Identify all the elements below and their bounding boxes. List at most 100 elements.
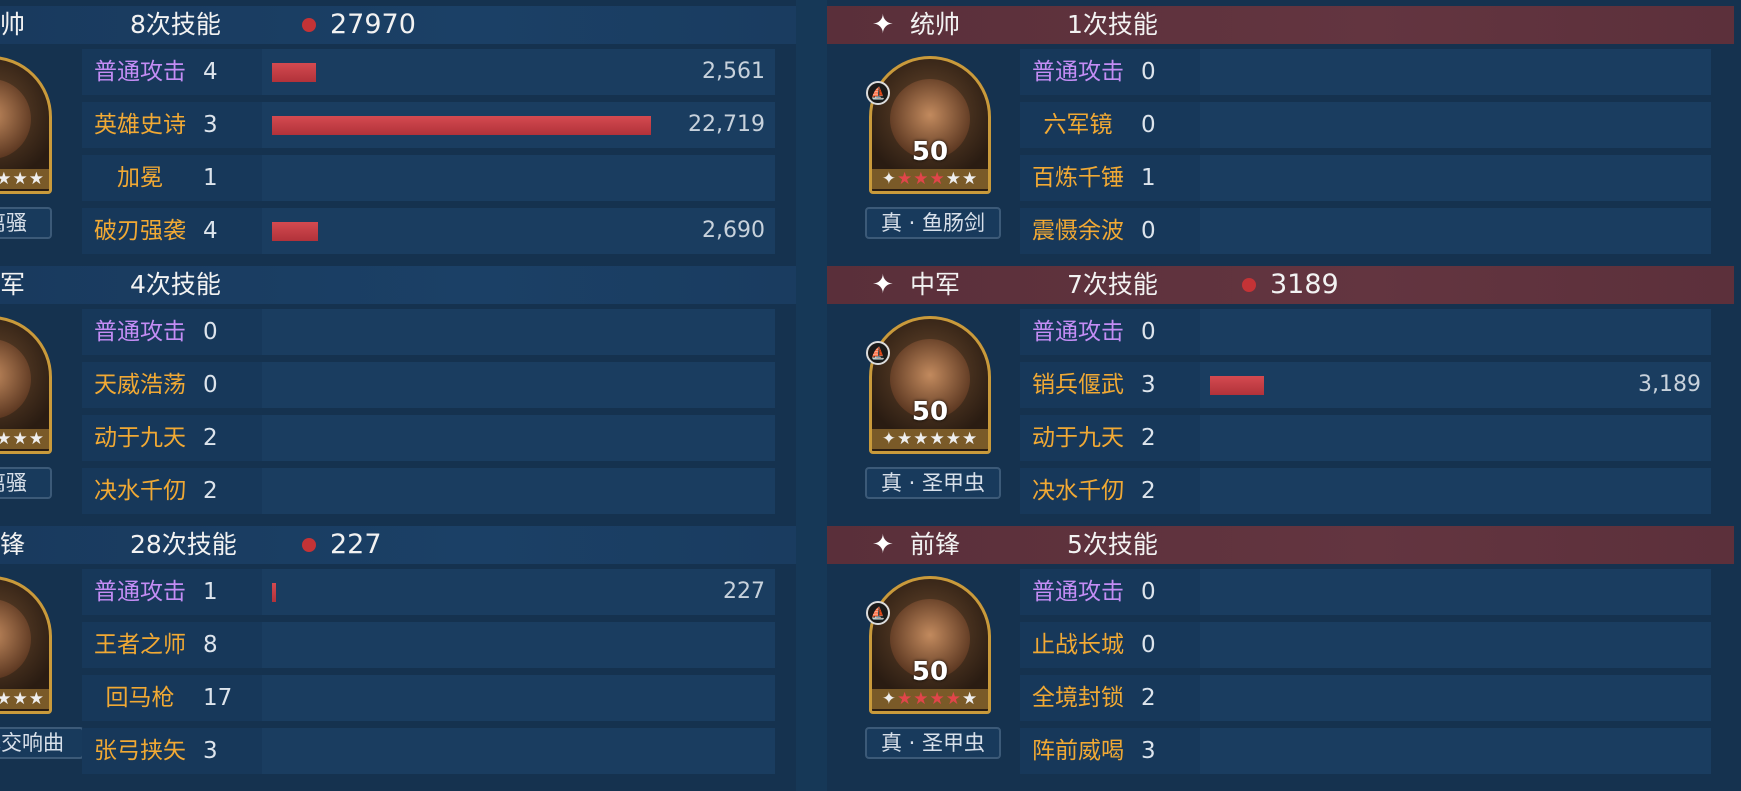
general-role: 统帅: [910, 10, 961, 39]
skill-name: 英雄史诗: [94, 112, 186, 138]
skill-row[interactable]: 普通攻击 0: [82, 309, 775, 355]
skill-row[interactable]: 六军镜 0: [1020, 102, 1711, 148]
damage-value: 2,690: [702, 218, 765, 243]
damage-value: 3,189: [1638, 372, 1701, 397]
damage-bar-track: [1200, 675, 1711, 721]
general-header: 锋 28次技能 227: [0, 526, 796, 564]
star-icons-red: ★★★★: [897, 689, 962, 709]
skill-row[interactable]: 普通攻击 0: [1020, 49, 1711, 95]
skill-row[interactable]: 破刃强袭 4 2,690: [82, 208, 775, 254]
skill-name: 决水千仞: [94, 478, 186, 504]
treasure-label[interactable]: 真 · 鱼肠剑: [865, 207, 1001, 239]
skill-row[interactable]: 阵前威喝 3: [1020, 728, 1711, 774]
skill-row[interactable]: 英雄史诗 3 22,719: [82, 102, 775, 148]
skill-times: 0: [1141, 218, 1156, 244]
general-portrait[interactable]: ⛵ 50 ✦★★★★★: [866, 56, 991, 194]
skill-row[interactable]: 张弓挟矢 3: [82, 728, 775, 774]
general-level: 0: [0, 397, 49, 427]
star-icons: ★★★: [0, 169, 45, 189]
skill-times: 0: [203, 319, 218, 345]
general-header: 军 4次技能: [0, 266, 796, 304]
star-icons-white: ★★: [945, 169, 979, 189]
skill-row[interactable]: 天威浩荡 0: [82, 362, 775, 408]
general-portrait[interactable]: 0 ★★★★: [0, 316, 52, 454]
skill-row[interactable]: 销兵偃武 3 3,189: [1020, 362, 1711, 408]
skill-times: 17: [203, 685, 233, 711]
skill-row[interactable]: 加冕 1: [82, 155, 775, 201]
damage-bar-track: [1200, 49, 1711, 95]
skill-row[interactable]: 普通攻击 4 2,561: [82, 49, 775, 95]
general-level: 0: [0, 657, 49, 687]
skill-times: 1: [203, 165, 218, 191]
skill-row[interactable]: 普通攻击 1 227: [82, 569, 775, 615]
skill-times: 2: [1141, 425, 1156, 451]
treasure-label[interactable]: 无交响曲: [0, 727, 84, 759]
sparkle-icon: ✦: [872, 530, 894, 560]
general-level: 50: [911, 657, 949, 687]
skill-count: 28次技能: [130, 530, 237, 559]
skill-times: 3: [203, 738, 218, 764]
damage-bar-track: [262, 362, 775, 408]
skill-row[interactable]: 动于九天 2: [82, 415, 775, 461]
damage-bar-track: 22,719: [262, 102, 775, 148]
general-header: ✦ 统帅 1次技能: [827, 6, 1734, 44]
skill-times: 1: [203, 579, 218, 605]
skill-row[interactable]: 决水千仞 2: [1020, 468, 1711, 514]
skill-times: 0: [1141, 579, 1156, 605]
damage-bar-track: [1200, 309, 1711, 355]
general-portrait[interactable]: ⛵ 50 ✦★★★★★: [866, 576, 991, 714]
red-dot-icon: [1242, 278, 1256, 292]
skill-name: 动于九天: [1032, 425, 1124, 451]
skill-row[interactable]: 百炼千锤 1: [1020, 155, 1711, 201]
damage-bar: [1210, 376, 1264, 395]
sparkle-icon: ✦: [872, 10, 894, 40]
skill-row[interactable]: 普通攻击 0: [1020, 569, 1711, 615]
general-portrait[interactable]: ⛵ 50 ✦★★★★★: [866, 316, 991, 454]
skill-times: 0: [1141, 632, 1156, 658]
general-group: ✦ 前锋 5次技能 ⛵ 50 ✦★★★★★ 真 · 圣甲虫 普通攻击 0 止战长…: [827, 520, 1741, 780]
skill-row[interactable]: 决水千仞 2: [82, 468, 775, 514]
damage-bar-track: [1200, 468, 1711, 514]
skill-name: 回马枪: [105, 685, 175, 711]
troop-type-icon: ⛵: [866, 341, 890, 365]
skill-times: 0: [1141, 112, 1156, 138]
treasure-label[interactable]: 离骚: [0, 207, 52, 239]
star-rating: ★★★★: [0, 429, 49, 449]
damage-bar-track: [262, 675, 775, 721]
troop-type-icon: ⛵: [866, 601, 890, 625]
star-icons-white: ★: [961, 689, 979, 709]
skill-times: 8: [203, 632, 218, 658]
skill-row[interactable]: 全境封锁 2: [1020, 675, 1711, 721]
damage-bar-track: [1200, 569, 1711, 615]
sparkle-icon: ✦: [872, 270, 894, 300]
skill-count: 1次技能: [1067, 10, 1158, 39]
skill-row[interactable]: 震慑余波 0: [1020, 208, 1711, 254]
treasure-label[interactable]: 离骚: [0, 467, 52, 499]
treasure-label[interactable]: 真 · 圣甲虫: [865, 727, 1001, 759]
general-portrait[interactable]: 0 ★★★★: [0, 56, 52, 194]
star-rating: ✦★★★★★: [872, 689, 988, 709]
skill-row[interactable]: 普通攻击 0: [1020, 309, 1711, 355]
star-rating: ✦★★★★★: [872, 169, 988, 189]
left-army-panel: 帅 8次技能 27970 0 ★★★★ 离骚 普通攻击 4 2,561 英雄史诗…: [0, 0, 796, 791]
skill-name: 破刃强袭: [94, 218, 186, 244]
total-damage: 27970: [330, 9, 416, 40]
skill-name: 普通攻击: [1032, 319, 1124, 345]
skill-name: 普通攻击: [1032, 579, 1124, 605]
skill-row[interactable]: 动于九天 2: [1020, 415, 1711, 461]
skill-times: 4: [203, 59, 218, 85]
skill-count: 7次技能: [1067, 270, 1158, 299]
skill-name: 阵前威喝: [1032, 738, 1124, 764]
general-portrait[interactable]: 0 ★★★★: [0, 576, 52, 714]
skill-times: 0: [1141, 59, 1156, 85]
skill-row[interactable]: 止战长城 0: [1020, 622, 1711, 668]
treasure-label[interactable]: 真 · 圣甲虫: [865, 467, 1001, 499]
damage-bar-track: [1200, 102, 1711, 148]
star-icons-white: ★★★★★: [897, 429, 979, 449]
skill-row[interactable]: 回马枪 17: [82, 675, 775, 721]
skill-row[interactable]: 王者之师 8: [82, 622, 775, 668]
general-header: 帅 8次技能 27970: [0, 6, 796, 44]
damage-bar-track: [262, 155, 775, 201]
damage-bar-track: [1200, 415, 1711, 461]
skill-times: 3: [1141, 738, 1156, 764]
